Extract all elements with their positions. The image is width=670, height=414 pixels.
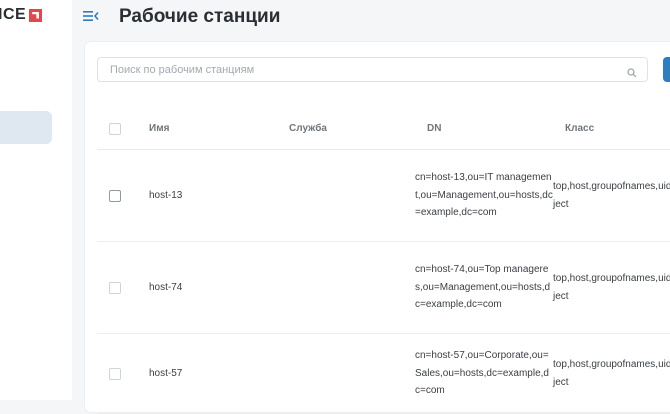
row-checkbox[interactable] xyxy=(109,281,121,294)
table-row[interactable]: host-74 cn=host-74,ou=Top manageres,ou=M… xyxy=(97,241,670,334)
collapse-menu-icon[interactable] xyxy=(82,8,100,24)
content-card: Имя Служба DN Класс host-13 cn=host-13,o… xyxy=(85,42,670,414)
row-checkbox[interactable] xyxy=(109,189,121,202)
row-service xyxy=(277,149,415,242)
search-input[interactable] xyxy=(98,58,647,81)
table-row[interactable]: host-13 cn=host-13,ou=IT management,ou=M… xyxy=(97,149,670,242)
logo-mark-icon xyxy=(29,8,43,22)
logo-text: ICE xyxy=(0,6,27,23)
select-all-checkbox[interactable] xyxy=(109,122,121,135)
page-header: Рабочие станции xyxy=(72,0,670,38)
add-workstation-button[interactable] xyxy=(663,57,670,82)
row-class: top,host,groupofnames,uidob ject xyxy=(553,149,670,242)
sidebar-item-active[interactable] xyxy=(0,111,52,144)
row-class-text: top,host,groupofnames,uidob ject xyxy=(553,273,670,302)
row-name: host-57 xyxy=(137,333,277,414)
table-row[interactable]: host-57 cn=host-57,ou=Corporate,ou=Sales… xyxy=(97,333,670,414)
row-name: host-74 xyxy=(137,241,277,334)
search-icon[interactable] xyxy=(627,65,637,78)
row-dn: cn=host-13,ou=IT management,ou=Managemen… xyxy=(415,149,553,242)
page-title: Рабочие станции xyxy=(119,6,281,27)
row-checkbox[interactable] xyxy=(109,367,121,380)
row-dn: cn=host-57,ou=Corporate,ou=Sales,ou=host… xyxy=(415,333,553,414)
row-name: host-13 xyxy=(137,149,277,242)
column-header-service[interactable]: Служба xyxy=(277,108,415,150)
row-class: top,host,groupofnames,uidob ject xyxy=(553,333,670,414)
sidebar: ICE xyxy=(0,0,72,400)
row-dn: cn=host-74,ou=Top manageres,ou=Managemen… xyxy=(415,241,553,334)
select-all-cell xyxy=(97,108,137,150)
row-service xyxy=(277,241,415,334)
row-class: top,host,groupofnames,uidob ject xyxy=(553,241,670,334)
row-class-text: top,host,groupofnames,uidob ject xyxy=(553,359,670,388)
workstations-table: Имя Служба DN Класс host-13 cn=host-13,o… xyxy=(97,108,670,414)
column-header-dn[interactable]: DN xyxy=(415,108,553,150)
table-header-row: Имя Служба DN Класс xyxy=(97,108,670,150)
row-service xyxy=(277,333,415,414)
column-header-class[interactable]: Класс xyxy=(553,108,670,150)
search-box xyxy=(97,57,648,82)
app-logo[interactable]: ICE xyxy=(0,6,43,24)
column-header-name[interactable]: Имя xyxy=(137,108,277,150)
row-class-text: top,host,groupofnames,uidob ject xyxy=(553,181,670,210)
